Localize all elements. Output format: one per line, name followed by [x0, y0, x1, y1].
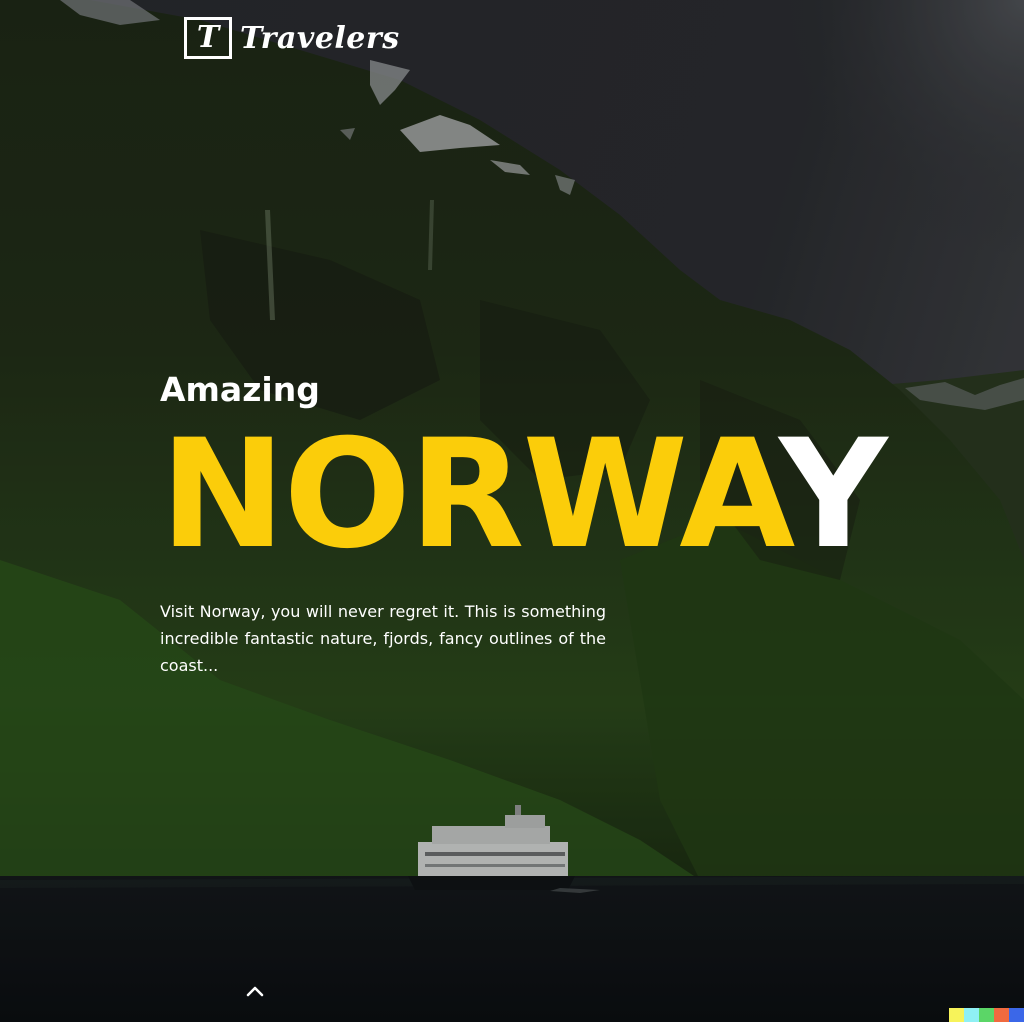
hero-headline: NORWAY [160, 420, 890, 570]
color-swatch [949, 1008, 964, 1022]
color-swatch [1009, 1008, 1024, 1022]
headline-accent: Y [779, 420, 888, 570]
chevron-up-icon [246, 986, 264, 997]
scroll-top-button[interactable] [240, 978, 270, 1004]
color-swatch [979, 1008, 994, 1022]
color-swatch [994, 1008, 1009, 1022]
hero-kicker: Amazing [160, 370, 320, 409]
hero-description: Visit Norway, you will never regret it. … [160, 602, 606, 675]
logo-mark-icon: T [184, 17, 232, 59]
site-logo[interactable]: T Travelers [184, 17, 400, 59]
color-swatch [964, 1008, 979, 1022]
headline-primary: NORWA [160, 420, 781, 570]
color-swatch-bar [949, 1008, 1024, 1022]
hero-section: T Travelers Amazing NORWAY Visit Norway,… [0, 0, 1024, 1022]
logo-text: Travelers [240, 20, 400, 56]
